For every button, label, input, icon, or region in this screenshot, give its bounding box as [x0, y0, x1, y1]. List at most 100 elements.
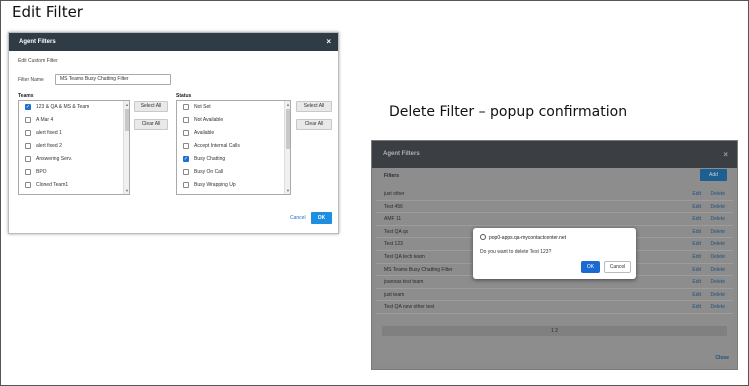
checklist-item[interactable]: ✓ Busy Chatting — [177, 153, 290, 166]
delete-link[interactable]: Delete — [711, 226, 725, 238]
scroll-thumb[interactable] — [286, 109, 290, 149]
filter-name: joannas test team — [384, 279, 424, 286]
teams-scrollbar[interactable]: ▲ ▼ — [123, 101, 129, 194]
checklist-item[interactable]: Not Available — [177, 114, 290, 127]
filter-name: MS Teams Busy Chatting Filter — [384, 266, 453, 273]
checklist-item[interactable]: alert fixed 2 — [19, 140, 129, 153]
checklist-item[interactable]: BPO — [19, 165, 129, 178]
checklist-item[interactable]: Answering Serv. — [19, 153, 129, 166]
filter-name: just team — [384, 291, 405, 298]
ok-button[interactable]: OK — [311, 212, 332, 224]
close-button[interactable]: Close — [715, 355, 729, 361]
status-label: Status — [176, 93, 192, 99]
delete-link[interactable]: Delete — [711, 264, 725, 276]
checkbox-icon[interactable] — [25, 156, 31, 162]
delete-link[interactable]: Delete — [711, 301, 725, 313]
filter-name: Test QA new other test — [384, 304, 435, 311]
checklist-item[interactable]: Not Set — [177, 101, 290, 114]
checklist-item-label: Answering Serv. — [36, 156, 73, 162]
edit-link[interactable]: Edit — [692, 264, 701, 276]
add-button[interactable]: Add — [700, 169, 727, 181]
delete-link[interactable]: Delete — [711, 238, 725, 250]
delete-confirm-popup: pop0-apps.qa-mycontactcenter.net Do you … — [473, 228, 636, 279]
checkbox-icon[interactable] — [25, 117, 31, 124]
checklist-item-label: Available — [194, 130, 215, 137]
teams-list[interactable]: ✓ 123 & QA & MS & Team A Mar 4 alert fixed … — [18, 100, 130, 195]
edit-link[interactable]: Edit — [692, 276, 701, 288]
checklist-item[interactable]: alert fixed 1 — [19, 127, 129, 140]
checklist-item-label: Busy Wrapping Up — [194, 181, 236, 188]
scroll-down-icon[interactable]: ▼ — [124, 188, 129, 193]
popup-cancel-button[interactable]: Cancel — [604, 261, 631, 273]
checklist-item[interactable]: A Mar 4 — [19, 114, 129, 127]
checkbox-icon[interactable] — [183, 143, 189, 150]
delete-link[interactable]: Delete — [711, 213, 725, 225]
checklist-item-label: alert fixed 1 — [36, 130, 62, 137]
edit-link[interactable]: Edit — [692, 301, 701, 313]
delete-link[interactable]: Delete — [711, 289, 725, 301]
filter-row: Test QA new other test Edit Delete — [376, 301, 733, 314]
delete-link[interactable]: Delete — [711, 251, 725, 263]
checkbox-icon[interactable] — [183, 117, 189, 124]
status-list[interactable]: Not Set Not Available Available Accept Inte… — [176, 100, 291, 195]
pagination[interactable]: 1 2 — [382, 326, 727, 336]
edit-filter-caption: Edit Filter — [12, 3, 83, 21]
checklist-item[interactable]: ✓ 123 & QA & MS & Team — [19, 101, 129, 114]
edit-link[interactable]: Edit — [692, 188, 701, 200]
teams-label: Teams — [18, 93, 34, 99]
delete-link[interactable]: Delete — [711, 201, 725, 213]
checkbox-icon[interactable] — [25, 143, 31, 150]
close-icon[interactable]: × — [326, 33, 331, 51]
filter-name-input[interactable]: MS Teams Busy Chatting Filter — [55, 74, 171, 85]
filter-row: just team Edit Delete — [376, 289, 733, 302]
checkbox-checked-icon[interactable]: ✓ — [25, 104, 31, 111]
edit-link[interactable]: Edit — [692, 201, 701, 213]
checklist-item-label: alert fixed 2 — [36, 143, 62, 150]
scroll-down-icon[interactable]: ▼ — [285, 188, 290, 193]
edit-link[interactable]: Edit — [692, 238, 701, 250]
checklist-item[interactable]: Cloned Team1 — [19, 178, 129, 191]
checklist-item-label: Not Set — [194, 104, 211, 111]
checkbox-icon[interactable] — [183, 104, 189, 111]
dialog-header: Agent Filters × — [372, 141, 737, 168]
checkbox-icon[interactable] — [183, 181, 189, 188]
checklist-item-label: Not Available — [194, 117, 224, 124]
checklist-item-label: A Mar 4 — [36, 117, 54, 124]
checklist-item-label: Cloned Team1 — [36, 181, 69, 188]
status-select-all-button[interactable]: Select All — [296, 101, 332, 112]
checkbox-icon[interactable] — [25, 168, 31, 175]
checkbox-icon[interactable] — [183, 130, 189, 137]
checklist-item[interactable]: Busy Wrapping Up — [177, 178, 290, 191]
teams-select-all-button[interactable]: Select All — [134, 101, 168, 112]
filter-row: AMF 11 Edit Delete — [376, 213, 733, 226]
popup-ok-button[interactable]: OK — [581, 261, 600, 273]
edit-filter-dialog: Agent Filters × Edit Custom Filter Filte… — [8, 32, 339, 234]
scroll-up-icon[interactable]: ▲ — [124, 102, 129, 107]
checkbox-icon[interactable] — [25, 181, 31, 188]
teams-clear-all-button[interactable]: Clear All — [134, 119, 168, 130]
checklist-item[interactable]: Accept Internal Calls — [177, 140, 290, 153]
edit-link[interactable]: Edit — [692, 289, 701, 301]
checkbox-icon[interactable] — [25, 130, 31, 137]
popup-message: Do you want to delete Test 123? — [480, 249, 552, 255]
checklist-item[interactable]: Busy On Call — [177, 165, 290, 178]
status-scrollbar[interactable]: ▲ ▼ — [284, 101, 290, 194]
dialog-header: Agent Filters × — [9, 33, 338, 51]
edit-link[interactable]: Edit — [692, 213, 701, 225]
checklist-item-label: Busy On Call — [194, 168, 224, 175]
checkbox-icon[interactable] — [183, 168, 189, 175]
scroll-up-icon[interactable]: ▲ — [285, 102, 290, 107]
checklist-item[interactable]: Available — [177, 127, 290, 140]
checkbox-checked-icon[interactable]: ✓ — [183, 156, 189, 162]
delete-link[interactable]: Delete — [711, 276, 725, 288]
status-clear-all-button[interactable]: Clear All — [296, 119, 332, 130]
edit-link[interactable]: Edit — [692, 251, 701, 263]
delete-filter-caption: Delete Filter – popup confirmation — [389, 104, 628, 120]
close-icon[interactable]: × — [723, 141, 728, 168]
edit-link[interactable]: Edit — [692, 226, 701, 238]
cancel-button[interactable]: Cancel — [290, 215, 306, 221]
checklist-item-label: Accept Internal Calls — [194, 143, 240, 150]
checklist-item-label: 123 & QA & MS & Team — [36, 104, 90, 111]
delete-link[interactable]: Delete — [711, 188, 725, 200]
scroll-thumb[interactable] — [125, 109, 129, 131]
